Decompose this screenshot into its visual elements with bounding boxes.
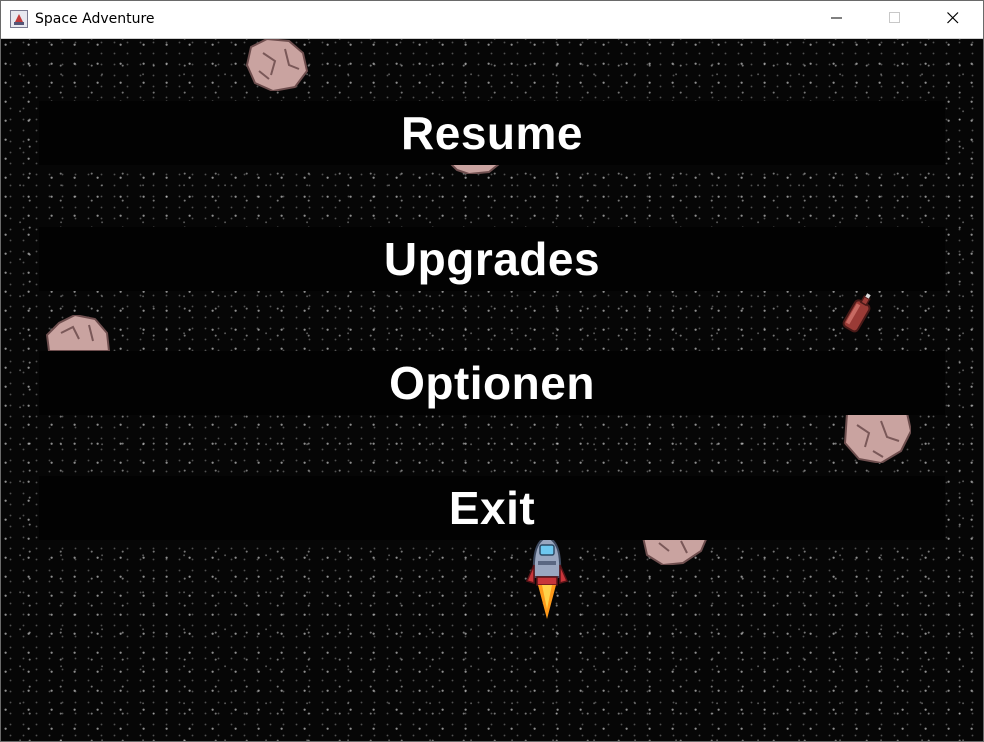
- java-cup-icon: [10, 10, 28, 28]
- asteroid-sprite: [843, 412, 913, 468]
- maximize-button[interactable]: [866, 1, 924, 38]
- app-window: Space Adventure Resume Upgrades Optionen…: [0, 0, 984, 742]
- resume-button[interactable]: Resume: [39, 101, 945, 165]
- maximize-icon: [889, 11, 901, 29]
- options-button[interactable]: Optionen: [39, 351, 945, 415]
- player-rocket-sprite: [525, 535, 569, 626]
- close-icon: [947, 11, 959, 29]
- fuel-canister-sprite: [839, 291, 875, 344]
- resume-label: Resume: [401, 107, 583, 159]
- minimize-icon: [831, 11, 843, 29]
- exit-label: Exit: [448, 482, 536, 534]
- asteroid-sprite: [245, 39, 309, 96]
- game-canvas[interactable]: Resume Upgrades Optionen Exit: [1, 39, 983, 741]
- asteroid-sprite: [641, 536, 709, 570]
- minimize-button[interactable]: [808, 1, 866, 38]
- title-bar[interactable]: Space Adventure: [1, 1, 983, 39]
- asteroid-sprite: [45, 313, 111, 356]
- upgrades-label: Upgrades: [383, 233, 601, 285]
- options-label: Optionen: [389, 357, 595, 409]
- upgrades-button[interactable]: Upgrades: [39, 227, 945, 291]
- exit-button[interactable]: Exit: [39, 476, 945, 540]
- close-button[interactable]: [924, 1, 982, 38]
- window-title: Space Adventure: [35, 11, 155, 27]
